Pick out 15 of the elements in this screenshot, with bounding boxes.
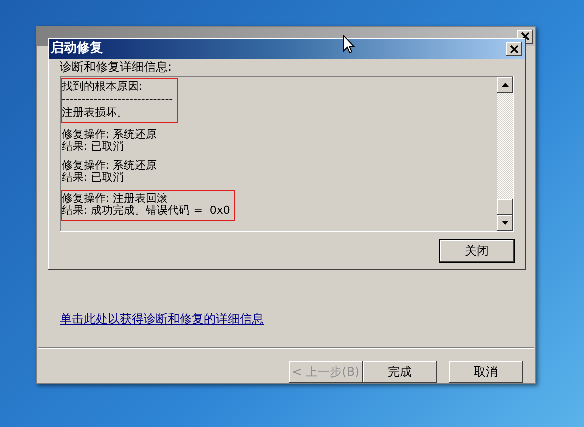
details-label: 诊断和修复详细信息:: [60, 60, 174, 74]
scroll-down-icon[interactable]: [497, 215, 513, 231]
close-icon[interactable]: [506, 42, 522, 56]
scrollbar[interactable]: [497, 77, 513, 231]
dialog-title: 启动修复: [51, 40, 103, 58]
scroll-thumb[interactable]: [497, 199, 513, 215]
close-button[interactable]: 关闭: [440, 240, 514, 262]
details-link[interactable]: 单击此处以获得诊断和修复的详细信息: [60, 312, 264, 326]
repair-entry: 修复操作: 系统还原 结果: 已取消: [61, 159, 158, 185]
repair-entry: 修复操作: 注册表回滚 结果: 成功完成。错误代码 = 0x0: [61, 190, 236, 221]
wizard-button[interactable]: 取消: [449, 360, 523, 383]
repair-entry: 修复操作: 系统还原 结果: 已取消: [61, 128, 158, 154]
repair-entry: 找到的根本原因: ---------------------------- 注册表损坏。: [61, 78, 178, 123]
wizard-button[interactable]: 完成: [363, 360, 437, 383]
scroll-up-icon[interactable]: [497, 77, 513, 93]
